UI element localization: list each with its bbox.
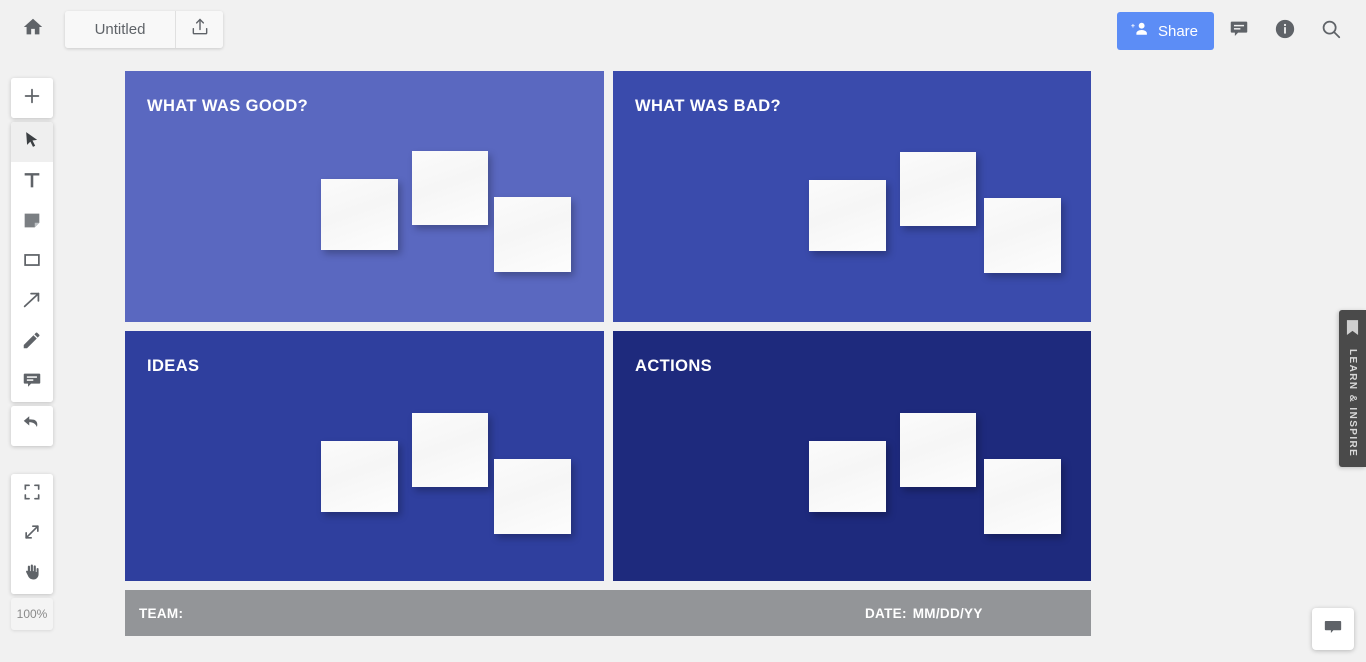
- share-button[interactable]: Share: [1116, 12, 1214, 50]
- quadrant-title: WHAT WAS BAD?: [635, 97, 782, 115]
- board-footer[interactable]: TEAM: DATE: MM/DD/YY: [125, 590, 1091, 636]
- home-button[interactable]: [20, 16, 46, 42]
- sticky-note[interactable]: [984, 459, 1061, 534]
- sticky-note[interactable]: [321, 441, 398, 512]
- quadrant-what-was-good[interactable]: WHAT WAS GOOD?: [125, 71, 604, 322]
- sticky-note[interactable]: [321, 179, 398, 250]
- bookmark-icon: [1346, 320, 1359, 341]
- pen-tool[interactable]: [11, 322, 53, 362]
- date-group: DATE: MM/DD/YY: [865, 606, 983, 621]
- fit-frame-icon: [22, 482, 42, 507]
- learn-and-inspire-label: LEARN & INSPIRE: [1347, 349, 1358, 458]
- retrospective-board: WHAT WAS GOOD? WHAT WAS BAD? IDEAS ACTIO…: [125, 71, 1091, 651]
- document-title-group: Untitled: [65, 11, 223, 48]
- undo-arrow-icon: [21, 413, 43, 440]
- share-label: Share: [1157, 22, 1198, 40]
- comment-tool[interactable]: [11, 362, 53, 402]
- pan-hand-tool[interactable]: [11, 554, 53, 594]
- comment-icon: [21, 369, 43, 396]
- export-button[interactable]: [176, 11, 223, 48]
- canvas[interactable]: WHAT WAS GOOD? WHAT WAS BAD? IDEAS ACTIO…: [0, 58, 1366, 662]
- zoom-expand-button[interactable]: [11, 514, 53, 554]
- arrow-tool[interactable]: [11, 282, 53, 322]
- sticky-note[interactable]: [412, 413, 488, 487]
- quadrant-what-was-bad[interactable]: WHAT WAS BAD?: [613, 71, 1091, 322]
- tool-group-undo: [11, 406, 53, 446]
- topbar-actions: Share: [1116, 10, 1352, 52]
- shape-tool[interactable]: [11, 242, 53, 282]
- upload-export-icon: [190, 17, 210, 42]
- info-button[interactable]: [1264, 10, 1306, 52]
- arrow-diagonal-icon: [21, 289, 43, 316]
- chat-button[interactable]: [1312, 608, 1354, 650]
- sticky-note[interactable]: [900, 152, 976, 226]
- comment-icon: [1228, 18, 1250, 45]
- sticky-note[interactable]: [412, 151, 488, 225]
- search-button[interactable]: [1310, 10, 1352, 52]
- hand-icon: [22, 562, 42, 587]
- document-title-input[interactable]: Untitled: [65, 11, 175, 48]
- sticky-note[interactable]: [809, 441, 886, 512]
- search-icon: [1320, 18, 1342, 45]
- chat-bubble-icon: [1322, 616, 1344, 643]
- select-tool[interactable]: [11, 122, 53, 162]
- cursor-arrow-icon: [22, 130, 42, 155]
- quadrant-ideas[interactable]: IDEAS: [125, 331, 604, 581]
- sticky-note[interactable]: [809, 180, 886, 251]
- tool-group-main: [11, 122, 53, 402]
- top-bar: Untitled Share: [0, 0, 1366, 58]
- sticky-note[interactable]: [494, 197, 571, 272]
- expand-diagonal-icon: [22, 522, 42, 547]
- pencil-icon: [21, 329, 43, 356]
- comments-button[interactable]: [1218, 10, 1260, 52]
- add-person-icon: [1130, 20, 1150, 42]
- quadrant-title: IDEAS: [147, 357, 200, 375]
- sticky-note[interactable]: [900, 413, 976, 487]
- sticky-note-icon: [21, 209, 43, 236]
- quadrant-title: WHAT WAS GOOD?: [147, 97, 309, 115]
- undo-button[interactable]: [11, 406, 53, 446]
- date-label: DATE:: [865, 605, 907, 621]
- text-tool[interactable]: [11, 162, 53, 202]
- fit-to-screen-button[interactable]: [11, 474, 53, 514]
- team-label: TEAM:: [139, 605, 184, 621]
- tool-group-view: [11, 474, 53, 594]
- sticky-note[interactable]: [494, 459, 571, 534]
- quadrant-title: ACTIONS: [635, 357, 713, 375]
- sticky-note[interactable]: [984, 198, 1061, 273]
- info-icon: [1274, 18, 1296, 45]
- plus-icon: [21, 85, 43, 112]
- home-icon: [22, 16, 44, 43]
- learn-and-inspire-tab[interactable]: LEARN & INSPIRE: [1339, 310, 1366, 467]
- square-icon: [21, 249, 43, 276]
- sticky-note-tool[interactable]: [11, 202, 53, 242]
- text-t-icon: [21, 169, 43, 196]
- tool-group-add: [11, 78, 53, 118]
- left-toolbar: 100%: [11, 78, 53, 630]
- zoom-level-indicator[interactable]: 100%: [11, 598, 53, 630]
- date-value: MM/DD/YY: [912, 605, 983, 621]
- add-button[interactable]: [11, 78, 53, 118]
- quadrant-actions[interactable]: ACTIONS: [613, 331, 1091, 581]
